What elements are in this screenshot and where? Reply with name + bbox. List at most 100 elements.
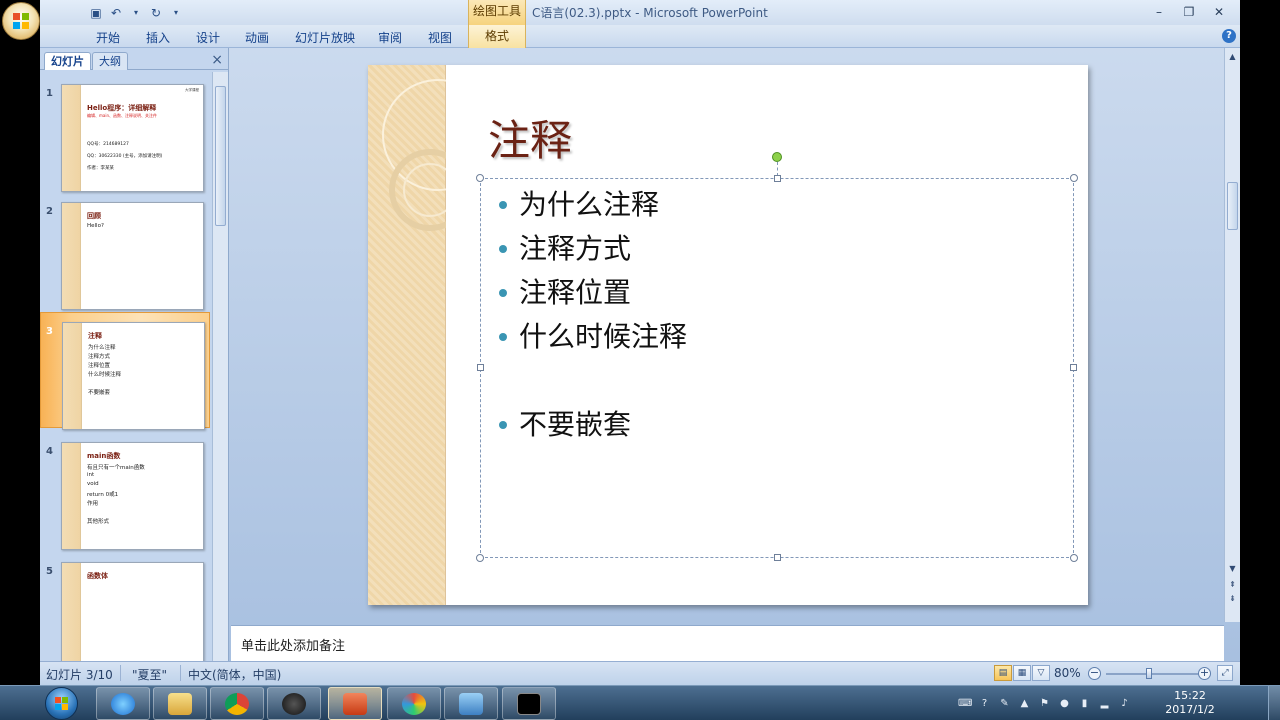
thumbnail-number: 4 — [46, 446, 53, 457]
taskbar-chrome[interactable] — [210, 687, 264, 720]
thumbnail-slide-4[interactable]: 4 main函数 有且只有一个main函数 int void return 0或… — [40, 436, 212, 550]
bullet-item[interactable]: 为什么注释 — [497, 183, 687, 227]
thumbnail-scroll-thumb[interactable] — [215, 86, 226, 226]
paint-palette-icon — [402, 693, 426, 715]
thumbnail-preview: 回顾 Hello? — [61, 202, 204, 310]
slide-sorter-icon[interactable]: ▦ — [1013, 665, 1031, 681]
keyboard-icon[interactable]: ⌨ — [958, 697, 972, 710]
thumbnail-number: 3 — [46, 326, 53, 337]
tab-home[interactable]: 开始 — [96, 29, 120, 46]
taskbar-remote[interactable] — [444, 687, 498, 720]
bullet-item[interactable]: 注释方式 — [497, 227, 687, 271]
show-hidden-icons[interactable]: ▲ — [1018, 697, 1031, 710]
help-icon[interactable]: ? — [1222, 29, 1236, 43]
resize-handle-top[interactable] — [774, 175, 781, 182]
redo-icon[interactable]: ↻ — [148, 5, 164, 21]
undo-icon[interactable]: ↶ — [108, 5, 124, 21]
restore-icon[interactable]: ❐ — [1174, 2, 1204, 22]
thumbnail-slide-3[interactable]: 3 注释 为什么注释 注释方式 注释位置 什么时候注释 不要嵌套 — [40, 312, 212, 430]
windows-flag-icon — [55, 697, 68, 710]
office-button[interactable] — [2, 2, 40, 40]
window-title: C语言(02.3).pptx - Microsoft PowerPoint — [532, 6, 768, 20]
help-tray-icon[interactable]: ? — [978, 697, 991, 710]
thumbnail-slide-1[interactable]: 1 大学课程 Hello程序：详细解释 编辑、main、函数、注释说明、关注件 … — [40, 78, 212, 192]
resize-handle-bottom-right[interactable] — [1070, 554, 1078, 562]
tab-review[interactable]: 审阅 — [378, 29, 402, 46]
minimize-icon[interactable]: – — [1144, 2, 1174, 22]
tab-slideshow[interactable]: 幻灯片放映 — [295, 29, 355, 46]
scroll-down-icon[interactable]: ▼ — [1227, 564, 1238, 574]
thumbnail-scrollbar[interactable] — [212, 72, 228, 662]
rotation-handle[interactable] — [772, 152, 782, 162]
theme-name[interactable]: "夏至" — [132, 666, 167, 683]
slides-panel: 幻灯片 大纲 × 1 大学课程 Hello程序：详细解释 编辑、main、函数、… — [40, 48, 229, 662]
tab-outline[interactable]: 大纲 — [92, 52, 128, 70]
thumbnail-slide-5[interactable]: 5 函数体 — [40, 556, 212, 662]
content-placeholder[interactable]: 为什么注释 注释方式 注释位置 什么时候注释 不要嵌套 — [476, 174, 1078, 562]
taskbar-obs[interactable] — [267, 687, 321, 720]
app-tray-icon[interactable]: ● — [1058, 697, 1071, 710]
battery-icon[interactable]: ▮ — [1078, 697, 1091, 710]
normal-view-icon[interactable]: ▤ — [994, 665, 1012, 681]
zoom-in-icon[interactable]: + — [1198, 667, 1211, 680]
resize-handle-top-left[interactable] — [476, 174, 484, 182]
taskbar-powerpoint[interactable] — [328, 687, 382, 720]
thumbnail-slide-2[interactable]: 2 回顾 Hello? — [40, 196, 212, 310]
zoom-slider-knob[interactable] — [1146, 668, 1152, 679]
resize-handle-left[interactable] — [477, 364, 484, 371]
notes-pane[interactable]: 单击此处添加备注 — [231, 625, 1224, 661]
tab-insert[interactable]: 插入 — [146, 29, 170, 46]
resize-handle-right[interactable] — [1070, 364, 1077, 371]
show-desktop-button[interactable] — [1268, 686, 1280, 720]
tab-slides[interactable]: 幻灯片 — [44, 52, 91, 70]
language-indicator[interactable]: 中文(简体，中国) — [188, 666, 281, 683]
next-slide-icon[interactable]: ⇟ — [1227, 594, 1238, 604]
taskbar-paint[interactable] — [387, 687, 441, 720]
taskbar-clock[interactable]: 15:22 2017/1/2 — [1160, 689, 1220, 717]
panel-close-icon[interactable]: × — [211, 52, 223, 68]
ime-icon[interactable]: ✎ — [998, 697, 1011, 710]
volume-icon[interactable]: ♪ — [1118, 697, 1131, 710]
slide-vertical-scrollbar[interactable]: ▲ ▼ ⇞ ⇟ — [1224, 48, 1240, 622]
tab-animations[interactable]: 动画 — [245, 29, 269, 46]
save-icon[interactable]: ▣ — [88, 5, 104, 21]
bullet-list: 为什么注释 注释方式 注释位置 什么时候注释 不要嵌套 — [497, 183, 687, 447]
bullet-item[interactable]: 注释位置 — [497, 271, 687, 315]
slideshow-view-icon[interactable]: ▽ — [1032, 665, 1050, 681]
previous-slide-icon[interactable]: ⇞ — [1227, 580, 1238, 590]
tab-view[interactable]: 视图 — [428, 29, 452, 46]
taskbar-explorer[interactable] — [153, 687, 207, 720]
fit-to-window-icon[interactable]: ⤢ — [1217, 665, 1233, 681]
system-tray: ⌨ ? ✎ ▲ ⚑ ● ▮ ▂ ♪ — [958, 690, 1131, 716]
taskbar-cmd[interactable] — [502, 687, 556, 720]
zoom-out-icon[interactable]: − — [1088, 667, 1101, 680]
close-icon[interactable]: ✕ — [1204, 2, 1234, 22]
customize-qat-icon[interactable]: ▾ — [168, 5, 184, 21]
zoom-slider[interactable] — [1106, 668, 1198, 679]
dropdown-icon[interactable]: ▾ — [128, 5, 144, 21]
slide-editing-area: 注释 为什么注释 注释方式 注释位置 什么时候注释 不要嵌套 — [231, 48, 1224, 622]
resize-handle-top-right[interactable] — [1070, 174, 1078, 182]
resize-handle-bottom-left[interactable] — [476, 554, 484, 562]
thumbnail-corner-text: 大学课程 — [185, 88, 199, 92]
drawing-tools-group-label: 绘图工具 — [468, 0, 526, 25]
thumbnail-bullet: void — [87, 481, 99, 487]
network-icon[interactable]: ▂ — [1098, 697, 1111, 710]
bullet-item[interactable]: 什么时候注释 — [497, 315, 687, 359]
zoom-level[interactable]: 80% — [1054, 666, 1081, 680]
thumbnail-line: 作者：李某某 — [87, 166, 114, 171]
tab-format[interactable]: 格式 — [468, 25, 526, 48]
thumbnail-bullet: return 0或1 — [87, 492, 119, 498]
action-center-flag-icon[interactable]: ⚑ — [1038, 697, 1051, 710]
notes-placeholder: 单击此处添加备注 — [241, 639, 346, 654]
slide-title[interactable]: 注释 — [488, 107, 572, 168]
bullet-item[interactable]: 不要嵌套 — [497, 403, 687, 447]
slide-scroll-thumb[interactable] — [1227, 182, 1238, 230]
start-button[interactable] — [45, 687, 78, 720]
slide-counter: 幻灯片 3/10 — [46, 668, 113, 682]
taskbar-ie[interactable] — [96, 687, 150, 720]
tab-design[interactable]: 设计 — [196, 29, 220, 46]
current-slide[interactable]: 注释 为什么注释 注释方式 注释位置 什么时候注释 不要嵌套 — [368, 65, 1088, 605]
scroll-up-icon[interactable]: ▲ — [1227, 52, 1238, 62]
resize-handle-bottom[interactable] — [774, 554, 781, 561]
